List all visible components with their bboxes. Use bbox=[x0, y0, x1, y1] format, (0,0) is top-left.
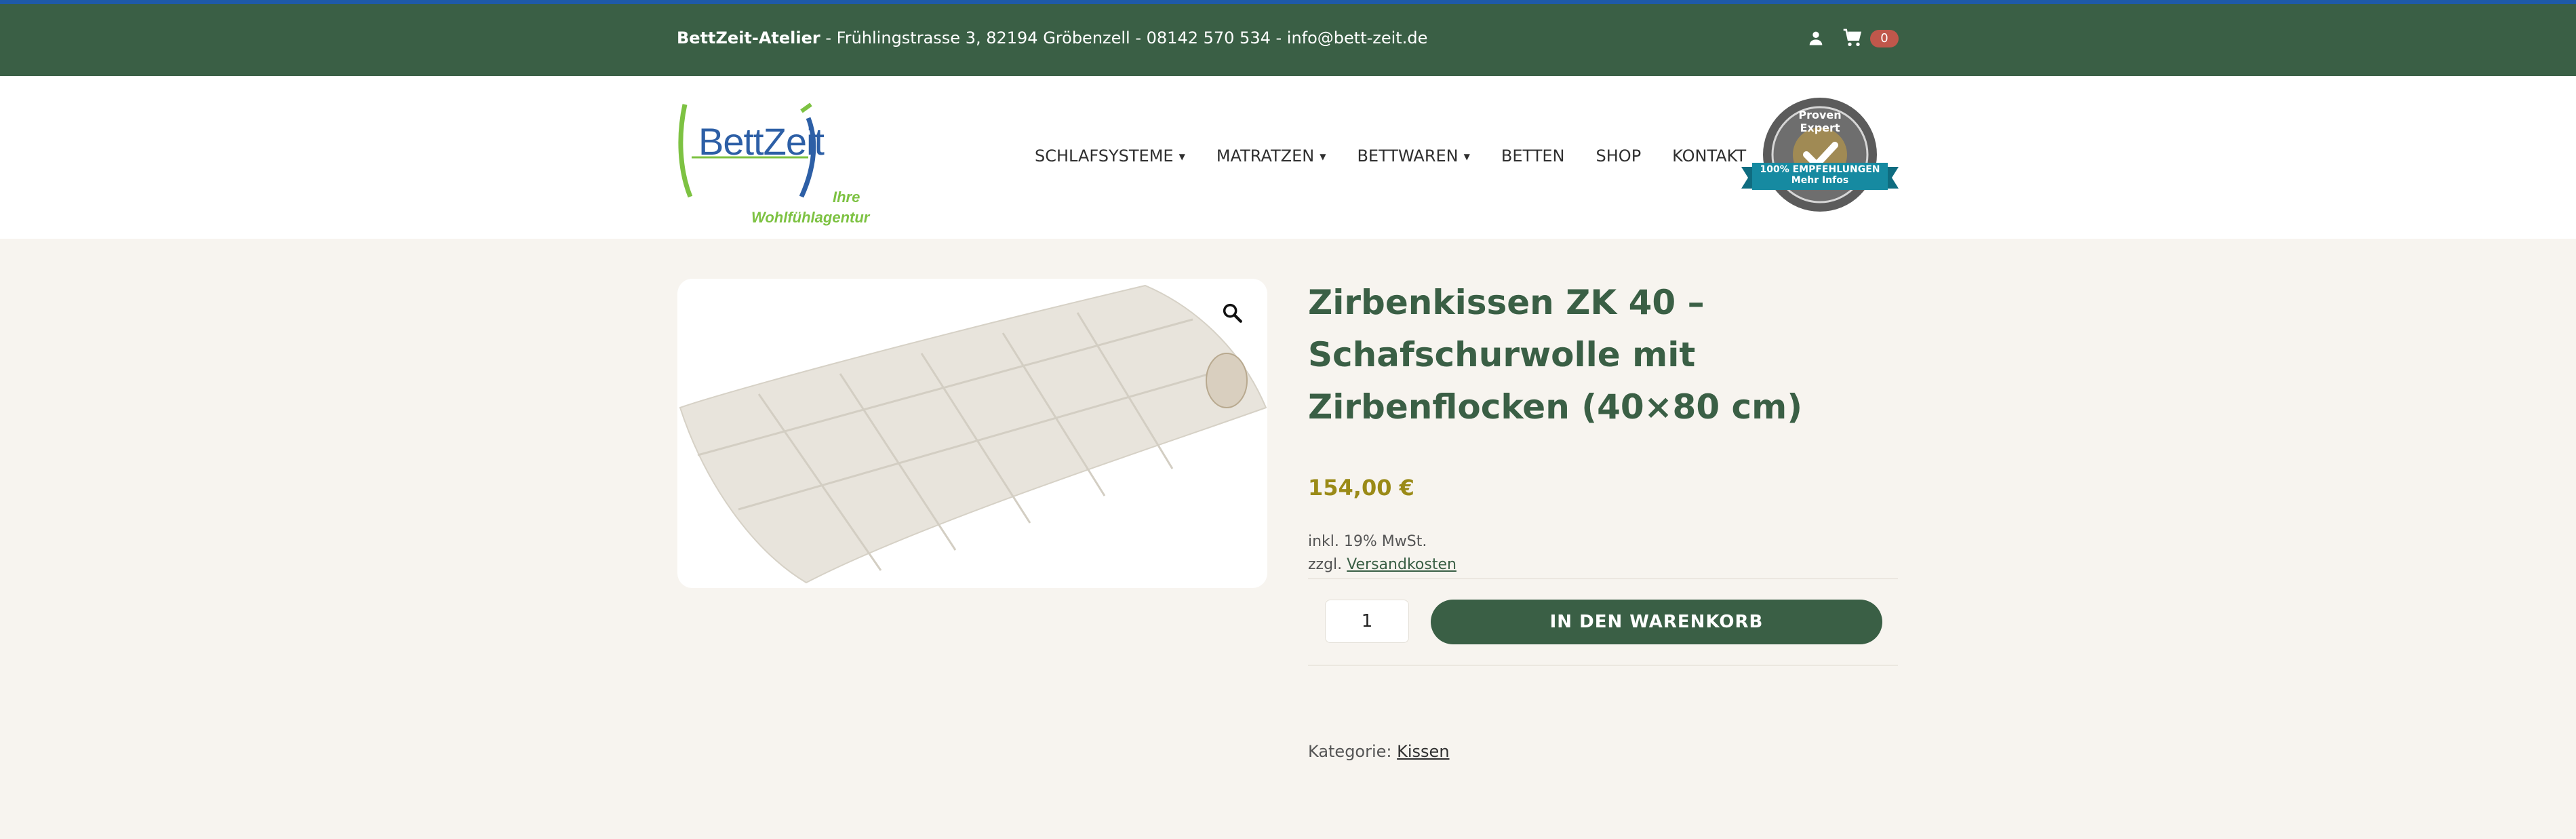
product-category: Kategorie: Kissen bbox=[1308, 742, 1450, 761]
divider-top bbox=[1308, 578, 1898, 579]
tax-note: inkl. 19% MwSt. bbox=[1308, 533, 1427, 550]
badge-ribbon-text-2: Mehr Infos bbox=[1791, 175, 1849, 186]
product-price: 154,00 € bbox=[1308, 475, 1414, 501]
logo-tagline-2: Wohlfühlagentur bbox=[751, 209, 870, 226]
badge-title: Proven Expert bbox=[1798, 109, 1842, 134]
category-link[interactable]: Kissen bbox=[1397, 742, 1449, 761]
logo-wordmark: BettZeit bbox=[698, 120, 825, 163]
badge-ribbon-text-1: 100% EMPFEHLUNGEN bbox=[1760, 164, 1880, 175]
dropdown-caret-icon: ▼ bbox=[1178, 152, 1185, 161]
nav-label: BETTEN bbox=[1501, 147, 1565, 165]
nav-label: KONTAKT bbox=[1672, 147, 1747, 165]
nav-item-schlafsysteme[interactable]: SCHLAFSYSTEME ▼ bbox=[1035, 147, 1185, 165]
nav-label: SCHLAFSYSTEME bbox=[1035, 147, 1174, 165]
zoom-magnifier-icon[interactable] bbox=[1221, 301, 1244, 324]
logo-tagline-1: Ihre bbox=[833, 189, 860, 206]
shopping-cart-icon[interactable] bbox=[1842, 27, 1863, 49]
product-title: Zirbenkissen ZK 40 – Schafschurwolle mit… bbox=[1308, 283, 1803, 427]
shipping-prefix: zzgl. bbox=[1308, 556, 1347, 573]
nav-label: MATRATZEN bbox=[1216, 147, 1315, 165]
company-name: BettZeit-Atelier bbox=[677, 28, 820, 47]
proven-expert-badge[interactable]: Proven Expert 100% EMPFEHLUNGEN Mehr Inf… bbox=[1739, 92, 1901, 228]
shipping-costs-link[interactable]: Versandkosten bbox=[1347, 556, 1457, 573]
site-logo[interactable]: BettZeit Ihre Wohlfühlagentur bbox=[675, 95, 879, 226]
pillow-image bbox=[679, 284, 1267, 584]
add-to-cart-button[interactable]: IN DEN WARENKORB bbox=[1431, 600, 1882, 644]
nav-item-betten[interactable]: BETTEN bbox=[1501, 147, 1565, 165]
quantity-input[interactable]: 1 bbox=[1325, 600, 1409, 643]
dropdown-caret-icon: ▼ bbox=[1463, 152, 1470, 161]
nav-label: BETTWAREN bbox=[1357, 147, 1459, 165]
nav-item-kontakt[interactable]: KONTAKT bbox=[1672, 147, 1746, 165]
category-label: Kategorie: bbox=[1308, 742, 1398, 761]
nav-label: SHOP bbox=[1596, 147, 1642, 165]
contact-info: BettZeit-Atelier - Frühlingstrasse 3, 82… bbox=[677, 28, 1427, 47]
nav-item-matratzen[interactable]: MATRATZEN ▼ bbox=[1216, 147, 1326, 165]
dropdown-caret-icon: ▼ bbox=[1320, 152, 1326, 161]
address-phone-email: - Frühlingstrasse 3, 82194 Gröbenzell - … bbox=[820, 28, 1428, 47]
nav-item-shop[interactable]: SHOP bbox=[1596, 147, 1642, 165]
site-header: BettZeit Ihre Wohlfühlagentur SCHLAFSYST… bbox=[0, 76, 2576, 239]
cart-count-badge[interactable]: 0 bbox=[1870, 30, 1899, 47]
user-icon[interactable] bbox=[1806, 28, 1825, 47]
main-navigation: SCHLAFSYSTEME ▼ MATRATZEN ▼ BETTWAREN ▼ BET… bbox=[1035, 147, 1777, 165]
divider-bottom bbox=[1308, 665, 1898, 666]
top-info-bar: BettZeit-Atelier - Frühlingstrasse 3, 82… bbox=[0, 4, 2576, 76]
shipping-note: zzgl. Versandkosten bbox=[1308, 556, 1457, 573]
product-image[interactable] bbox=[677, 279, 1267, 588]
nav-item-bettwaren[interactable]: BETTWAREN ▼ bbox=[1357, 147, 1469, 165]
